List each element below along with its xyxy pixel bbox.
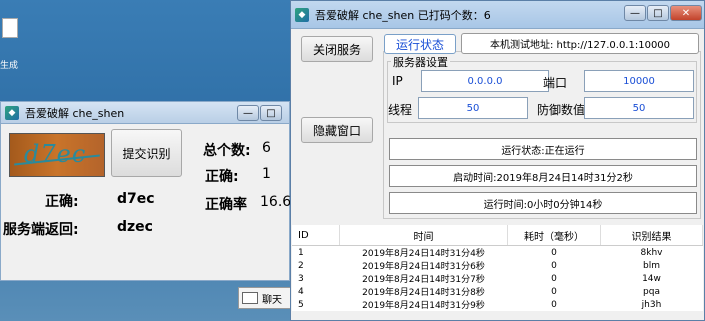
maximize-button[interactable]: □	[647, 5, 669, 21]
row-time: 2019年8月24日14时31分7秒	[362, 275, 485, 285]
row-duration: 0	[551, 299, 557, 310]
row-duration: 0	[551, 273, 557, 284]
ip-label: IP	[392, 74, 403, 88]
row-id: 1	[298, 247, 304, 258]
row-id: 4	[298, 286, 304, 297]
total-label: 总个数:	[203, 143, 251, 159]
desktop-icon-label: 生成	[0, 61, 19, 71]
row-result: blm	[643, 260, 660, 271]
desktop-file-icon[interactable]: 生成	[0, 18, 22, 71]
row-time: 2019年8月24日14时31分8秒	[362, 288, 485, 298]
submit-recognize-button[interactable]: 提交识别	[111, 129, 182, 177]
defense-input[interactable]: 50	[584, 97, 694, 119]
title-bar[interactable]: ◆ 吾爱破解 che_shen 已打码个数：6 — □ ✕	[291, 1, 704, 29]
table-row[interactable]: 2 2019年8月24日14时31分6秒 0 blm	[292, 259, 703, 273]
defense-label: 防御数值	[537, 103, 586, 117]
table-row[interactable]: 5 2019年8月24日14时31分9秒 0 jh3h	[292, 298, 703, 312]
chat-button[interactable]: 聊天	[238, 287, 292, 309]
minimize-button[interactable]: —	[624, 5, 646, 21]
hide-window-button[interactable]: 隐藏窗口	[301, 117, 373, 143]
chat-icon	[242, 292, 258, 304]
captcha-image: d7ec	[9, 133, 105, 177]
col-result[interactable]: 识别结果	[600, 225, 703, 246]
table-row[interactable]: 3 2019年8月24日14时31分7秒 0 14w	[292, 272, 703, 286]
captcha-server-window: ◆ 吾爱破解 che_shen 已打码个数：6 — □ ✕ 关闭服务 隐藏窗口 …	[290, 0, 705, 321]
rate-label: 正确率	[205, 197, 247, 213]
server-return-value: dzec	[117, 219, 153, 235]
start-time-text: 启动时间:2019年8月24日14时31分2秒	[389, 165, 697, 187]
correct-count-label: 正确:	[205, 169, 239, 185]
threads-input[interactable]: 50	[418, 97, 528, 119]
recognition-log-table[interactable]: ID 时间 耗时（毫秒） 识别结果 1 2019年8月24日14时31分4秒 0…	[292, 225, 703, 311]
row-id: 2	[298, 260, 304, 271]
threads-label: 线程	[388, 103, 413, 117]
window-title: 吾爱破解 che_shen 已打码个数：6	[315, 8, 491, 22]
tab-run-status[interactable]: 运行状态	[384, 34, 456, 54]
rate-value: 16.6	[260, 194, 292, 210]
port-input[interactable]: 10000	[584, 70, 694, 92]
row-time: 2019年8月24日14时31分6秒	[362, 262, 485, 272]
app-icon: ◆	[295, 7, 309, 22]
captcha-client-window: ◆ 吾爱破解 che_shen — □ d7ec 提交识别 总个数: 6 正确:…	[0, 101, 292, 281]
correct-count-value: 1	[262, 166, 271, 182]
table-row[interactable]: 4 2019年8月24日14时31分8秒 0 pqa	[292, 285, 703, 299]
row-result: jh3h	[641, 299, 662, 310]
row-time: 2019年8月24日14时31分9秒	[362, 301, 485, 311]
minimize-button[interactable]: —	[237, 105, 259, 121]
row-duration: 0	[551, 260, 557, 271]
server-return-label: 服务端返回:	[3, 222, 79, 238]
col-id[interactable]: ID	[292, 225, 340, 246]
col-duration[interactable]: 耗时（毫秒）	[507, 225, 601, 246]
test-address-label: 本机测试地址: http://127.0.0.1:10000	[461, 33, 699, 54]
title-bar[interactable]: ◆ 吾爱破解 che_shen — □	[1, 102, 289, 124]
row-duration: 0	[551, 247, 557, 258]
run-status-text: 运行状态:正在运行	[389, 138, 697, 160]
row-duration: 0	[551, 286, 557, 297]
close-button[interactable]: ✕	[670, 5, 702, 21]
window-title: 吾爱破解 che_shen	[25, 106, 125, 120]
row-time: 2019年8月24日14时31分4秒	[362, 249, 485, 259]
server-settings-label: 服务器设置	[391, 54, 450, 70]
chat-label: 聊天	[262, 294, 282, 306]
row-id: 5	[298, 299, 304, 310]
maximize-button[interactable]: □	[260, 105, 282, 121]
row-result: 8khv	[640, 247, 663, 258]
ip-input[interactable]: 0.0.0.0	[421, 70, 549, 92]
row-result: 14w	[642, 273, 661, 284]
close-service-button[interactable]: 关闭服务	[301, 36, 373, 62]
table-row[interactable]: 1 2019年8月24日14时31分4秒 0 8khv	[292, 246, 703, 260]
run-time-text: 运行时间:0小时0分钟14秒	[389, 192, 697, 214]
correct-label: 正确:	[45, 194, 79, 210]
correct-value: d7ec	[117, 191, 155, 207]
row-id: 3	[298, 273, 304, 284]
row-result: pqa	[643, 286, 660, 297]
total-value: 6	[262, 140, 271, 156]
col-time[interactable]: 时间	[339, 225, 508, 246]
port-label: 端口	[543, 76, 568, 90]
log-header-row: ID 时间 耗时（毫秒） 识别结果	[292, 225, 703, 246]
app-icon: ◆	[5, 105, 19, 120]
